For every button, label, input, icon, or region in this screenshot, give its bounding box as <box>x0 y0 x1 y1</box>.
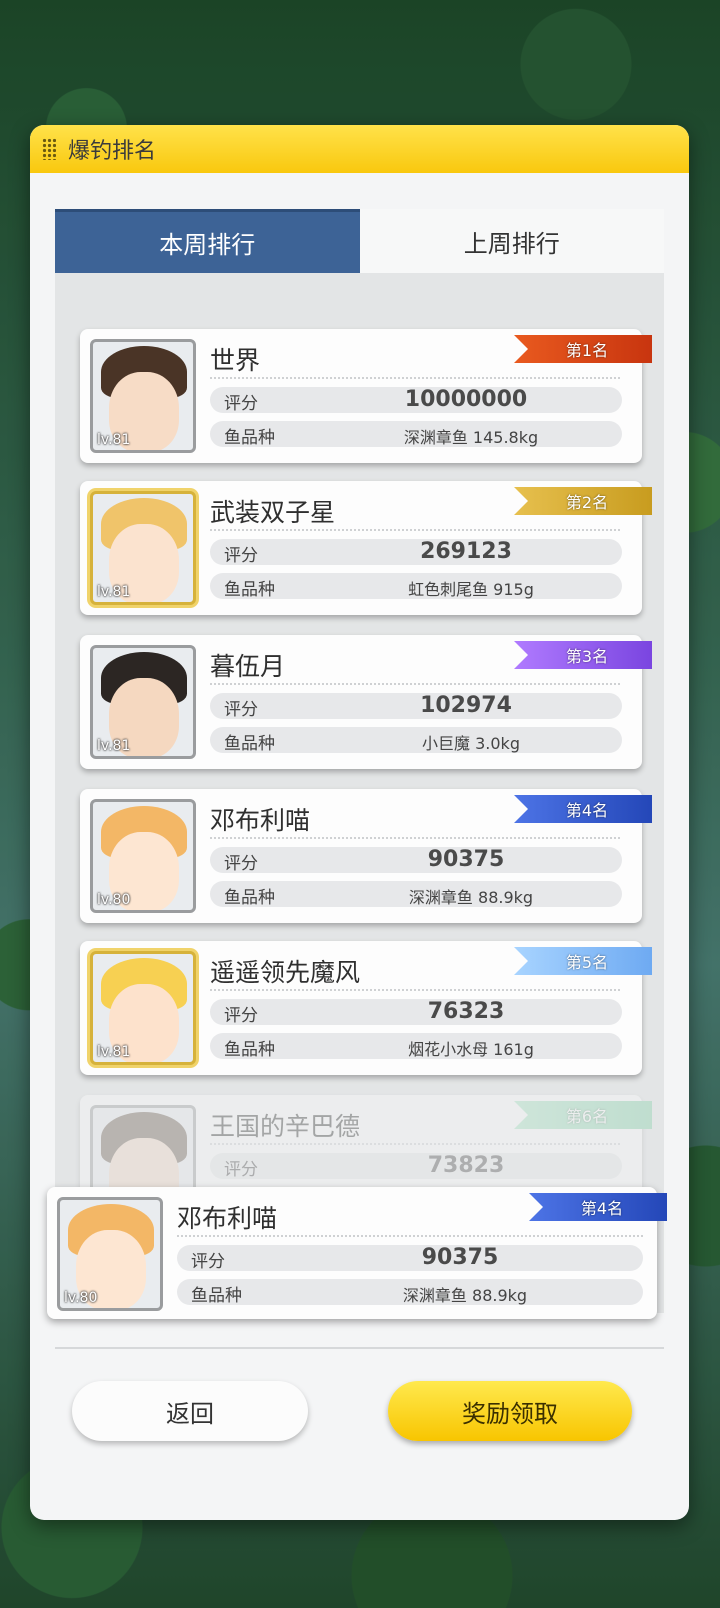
score-label: 评分 <box>224 854 258 874</box>
score-label: 评分 <box>224 700 258 720</box>
rank-ribbon: 第4名 <box>514 795 652 823</box>
score-label: 评分 <box>224 1160 258 1180</box>
score-label: 评分 <box>224 394 258 414</box>
rank-ribbon: 第2名 <box>514 487 652 515</box>
score-value: 10000000 <box>404 387 528 412</box>
player-name: 武装双子星 <box>210 498 336 527</box>
level-label: lv.81 <box>97 1044 131 1060</box>
divider-dots <box>210 837 620 839</box>
player-name: 邓布利喵 <box>210 806 311 835</box>
divider-dots <box>210 529 620 531</box>
tab-bar: 本周排行 上周排行 <box>55 209 664 273</box>
fish-label: 鱼品种 <box>224 734 275 754</box>
fish-value: 深渊章鱼 88.9kg <box>408 888 534 907</box>
score-value: 76323 <box>427 999 505 1024</box>
title-bar: 爆钓排名 <box>30 125 689 173</box>
score-row: 评分 76323 <box>210 999 622 1026</box>
score-value: 90375 <box>427 847 505 872</box>
score-row: 评分 73823 <box>210 1153 622 1180</box>
rank-ribbon: 第4名 <box>529 1193 667 1221</box>
fish-label: 鱼品种 <box>224 888 275 908</box>
grip-icon <box>42 138 56 160</box>
divider-dots <box>177 1235 643 1237</box>
avatar: lv.81 <box>90 951 196 1065</box>
ranking-card-5[interactable]: lv.81 遥遥领先魔风 第5名 评分 76323 鱼品种 烟花小水母 161g <box>80 941 652 1075</box>
tab-this-week[interactable]: 本周排行 <box>55 209 360 273</box>
fish-label: 鱼品种 <box>224 428 275 448</box>
player-name: 暮伍月 <box>210 652 286 681</box>
fish-row: 鱼品种 烟花小水母 161g <box>210 1033 622 1060</box>
ranking-dialog: 爆钓排名 本周排行 上周排行 lv.81 世界 第1名 评分 10000000 … <box>30 125 689 1520</box>
level-label: lv.81 <box>97 432 131 448</box>
score-row: 评分 90375 <box>177 1245 643 1272</box>
rank-ribbon: 第6名 <box>514 1101 652 1129</box>
fish-row: 鱼品种 虹色刺尾鱼 915g <box>210 573 622 600</box>
divider-dots <box>210 1143 620 1145</box>
score-value: 269123 <box>420 539 512 564</box>
score-value: 90375 <box>421 1245 499 1270</box>
claim-reward-button[interactable]: 奖励领取 <box>388 1381 632 1441</box>
fish-value: 深渊章鱼 88.9kg <box>402 1286 528 1305</box>
score-label: 评分 <box>224 1006 258 1026</box>
avatar: lv.80 <box>90 799 196 913</box>
fish-row: 鱼品种 深渊章鱼 145.8kg <box>210 421 622 448</box>
score-row: 评分 10000000 <box>210 387 622 414</box>
dialog-title: 爆钓排名 <box>68 139 157 164</box>
fish-row: 鱼品种 小巨魔 3.0kg <box>210 727 622 754</box>
tab-last-week[interactable]: 上周排行 <box>359 209 664 273</box>
my-ranking-card[interactable]: lv.80 邓布利喵 第4名 评分 90375 鱼品种 深渊章鱼 88.9kg <box>47 1187 667 1319</box>
avatar: lv.80 <box>57 1197 163 1311</box>
rank-ribbon: 第5名 <box>514 947 652 975</box>
ranking-card-1[interactable]: lv.81 世界 第1名 评分 10000000 鱼品种 深渊章鱼 145.8k… <box>80 329 652 463</box>
score-value: 102974 <box>420 693 512 718</box>
divider-dots <box>210 377 620 379</box>
score-row: 评分 102974 <box>210 693 622 720</box>
divider-dots <box>210 683 620 685</box>
rank-ribbon: 第1名 <box>514 335 652 363</box>
fish-row: 鱼品种 深渊章鱼 88.9kg <box>177 1279 643 1306</box>
avatar: lv.81 <box>90 645 196 759</box>
player-name: 邓布利喵 <box>177 1204 278 1233</box>
score-row: 评分 269123 <box>210 539 622 566</box>
fish-value: 虹色刺尾鱼 915g <box>408 580 534 599</box>
ranking-card-3[interactable]: lv.81 暮伍月 第3名 评分 102974 鱼品种 小巨魔 3.0kg <box>80 635 652 769</box>
ranking-card-4[interactable]: lv.80 邓布利喵 第4名 评分 90375 鱼品种 深渊章鱼 88.9kg <box>80 789 652 923</box>
player-name: 遥遥领先魔风 <box>210 958 361 987</box>
ranking-card-2[interactable]: lv.81 武装双子星 第2名 评分 269123 鱼品种 虹色刺尾鱼 915g <box>80 481 652 615</box>
fish-row: 鱼品种 深渊章鱼 88.9kg <box>210 881 622 908</box>
fish-value: 小巨魔 3.0kg <box>422 734 520 753</box>
player-name: 世界 <box>210 346 261 375</box>
level-label: lv.81 <box>97 738 131 754</box>
fish-label: 鱼品种 <box>224 580 275 600</box>
ranking-list[interactable]: lv.81 世界 第1名 评分 10000000 鱼品种 深渊章鱼 145.8k… <box>55 273 664 1313</box>
avatar: lv.81 <box>90 491 196 605</box>
fish-label: 鱼品种 <box>224 1040 275 1060</box>
fish-value: 深渊章鱼 145.8kg <box>403 428 539 447</box>
rank-ribbon: 第3名 <box>514 641 652 669</box>
player-name: 王国的辛巴德 <box>210 1112 361 1141</box>
footer-divider <box>55 1347 664 1349</box>
back-button[interactable]: 返回 <box>72 1381 308 1441</box>
fish-label: 鱼品种 <box>191 1286 242 1306</box>
divider-dots <box>210 989 620 991</box>
score-label: 评分 <box>224 546 258 566</box>
avatar: lv.81 <box>90 339 196 453</box>
fish-value: 烟花小水母 161g <box>408 1040 534 1059</box>
score-row: 评分 90375 <box>210 847 622 874</box>
score-value: 73823 <box>427 1153 505 1178</box>
level-label: lv.80 <box>97 892 131 908</box>
level-label: lv.80 <box>64 1290 98 1306</box>
score-label: 评分 <box>191 1252 225 1272</box>
level-label: lv.81 <box>97 584 131 600</box>
